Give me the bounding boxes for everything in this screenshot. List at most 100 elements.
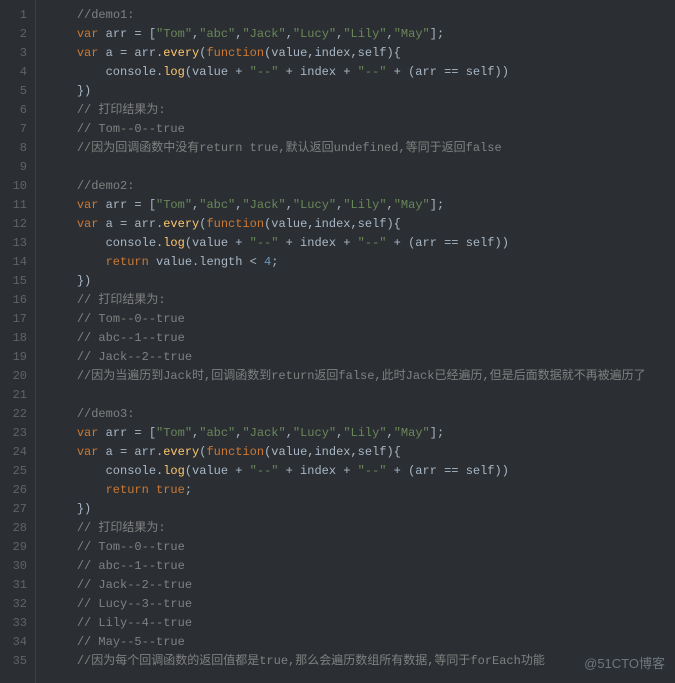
line-number: 17 <box>0 310 27 329</box>
token-p: value.length < <box>149 255 264 269</box>
line-number: 26 <box>0 481 27 500</box>
token-p: , <box>286 198 293 212</box>
token-cm: // 打印结果为: <box>77 293 166 307</box>
code-line[interactable]: // 打印结果为: <box>48 291 646 310</box>
code-line[interactable]: var arr = ["Tom","abc","Jack","Lucy","Li… <box>48 424 646 443</box>
line-number: 4 <box>0 63 27 82</box>
token-p: + (arr == self)) <box>386 65 508 79</box>
token-cm: //因为当遍历到Jack时,回调函数到return返回false,此时Jack已… <box>77 369 646 383</box>
token-p: (value,index,self){ <box>264 46 401 60</box>
token-str: "May" <box>394 27 430 41</box>
token-p: ]; <box>430 198 444 212</box>
line-number: 14 <box>0 253 27 272</box>
token-p: + (arr == self)) <box>386 236 508 250</box>
code-line[interactable]: // May--5--true <box>48 633 646 652</box>
code-line[interactable]: console.log(value + "--" + index + "--" … <box>48 462 646 481</box>
code-line[interactable]: // abc--1--true <box>48 557 646 576</box>
token-p: , <box>387 426 394 440</box>
token-p: console. <box>106 464 164 478</box>
token-p: (value,index,self){ <box>264 445 401 459</box>
token-str: "May" <box>394 426 430 440</box>
token-kw: return <box>106 483 149 497</box>
token-str: "Lily" <box>343 426 386 440</box>
line-number: 27 <box>0 500 27 519</box>
code-line[interactable]: }) <box>48 500 646 519</box>
token-str: "abc" <box>199 198 235 212</box>
code-area[interactable]: //demo1: var arr = ["Tom","abc","Jack","… <box>36 0 646 683</box>
code-line[interactable]: // Jack--2--true <box>48 576 646 595</box>
code-line[interactable]: //因为每个回调函数的返回值都是true,那么会遍历数组所有数据,等同于forE… <box>48 652 646 671</box>
line-number: 24 <box>0 443 27 462</box>
token-kw: var <box>77 217 99 231</box>
line-number: 32 <box>0 595 27 614</box>
code-line[interactable]: //demo3: <box>48 405 646 424</box>
token-p: console. <box>106 236 164 250</box>
token-cm: // abc--1--true <box>77 559 185 573</box>
code-line[interactable]: //demo2: <box>48 177 646 196</box>
token-p: + index + <box>278 65 357 79</box>
code-line[interactable]: var a = arr.every(function(value,index,s… <box>48 443 646 462</box>
code-line[interactable]: //demo1: <box>48 6 646 25</box>
code-line[interactable]: return value.length < 4; <box>48 253 646 272</box>
token-cm: //demo1: <box>77 8 135 22</box>
token-kw: return <box>106 255 149 269</box>
token-p: a = arr. <box>98 46 163 60</box>
line-number: 28 <box>0 519 27 538</box>
code-line[interactable]: // Tom--0--true <box>48 120 646 139</box>
code-line[interactable]: // Lily--4--true <box>48 614 646 633</box>
token-p: (value + <box>185 236 250 250</box>
code-line[interactable]: var a = arr.every(function(value,index,s… <box>48 44 646 63</box>
token-fn: every <box>163 445 199 459</box>
code-line[interactable]: // Lucy--3--true <box>48 595 646 614</box>
token-kw: true <box>156 483 185 497</box>
code-line[interactable] <box>48 386 646 405</box>
line-number: 29 <box>0 538 27 557</box>
token-str: "--" <box>358 65 387 79</box>
token-fn: log <box>163 464 185 478</box>
token-p: ; <box>185 483 192 497</box>
code-line[interactable]: // Jack--2--true <box>48 348 646 367</box>
line-number: 8 <box>0 139 27 158</box>
code-line[interactable]: return true; <box>48 481 646 500</box>
code-line[interactable]: console.log(value + "--" + index + "--" … <box>48 234 646 253</box>
token-p <box>149 483 156 497</box>
line-number: 7 <box>0 120 27 139</box>
token-str: "Tom" <box>156 426 192 440</box>
code-line[interactable]: // Tom--0--true <box>48 310 646 329</box>
code-line[interactable]: var a = arr.every(function(value,index,s… <box>48 215 646 234</box>
token-p: arr = [ <box>98 198 156 212</box>
token-str: "Lily" <box>343 198 386 212</box>
line-number: 35 <box>0 652 27 671</box>
code-line[interactable]: // 打印结果为: <box>48 101 646 120</box>
line-number: 6 <box>0 101 27 120</box>
token-p: }) <box>77 84 91 98</box>
code-line[interactable]: // abc--1--true <box>48 329 646 348</box>
line-number: 9 <box>0 158 27 177</box>
code-line[interactable]: //因为当遍历到Jack时,回调函数到return返回false,此时Jack已… <box>48 367 646 386</box>
code-line[interactable]: var arr = ["Tom","abc","Jack","Lucy","Li… <box>48 25 646 44</box>
token-cm: // Tom--0--true <box>77 122 185 136</box>
code-line[interactable] <box>48 158 646 177</box>
token-str: "--" <box>358 236 387 250</box>
code-line[interactable]: // 打印结果为: <box>48 519 646 538</box>
code-line[interactable]: }) <box>48 272 646 291</box>
token-kw: var <box>77 198 99 212</box>
token-str: "Lucy" <box>293 27 336 41</box>
token-kw: var <box>77 46 99 60</box>
watermark: @51CTO博客 <box>584 654 665 673</box>
line-number: 20 <box>0 367 27 386</box>
token-p: (value + <box>185 65 250 79</box>
line-number: 23 <box>0 424 27 443</box>
code-line[interactable]: // Tom--0--true <box>48 538 646 557</box>
line-number: 13 <box>0 234 27 253</box>
line-number: 10 <box>0 177 27 196</box>
code-line[interactable]: //因为回调函数中没有return true,默认返回undefined,等同于… <box>48 139 646 158</box>
code-line[interactable]: console.log(value + "--" + index + "--" … <box>48 63 646 82</box>
token-fn: log <box>163 65 185 79</box>
line-number: 25 <box>0 462 27 481</box>
code-line[interactable]: var arr = ["Tom","abc","Jack","Lucy","Li… <box>48 196 646 215</box>
code-line[interactable]: }) <box>48 82 646 101</box>
token-str: "Tom" <box>156 27 192 41</box>
line-number-gutter: 1234567891011121314151617181920212223242… <box>0 0 36 683</box>
line-number: 2 <box>0 25 27 44</box>
